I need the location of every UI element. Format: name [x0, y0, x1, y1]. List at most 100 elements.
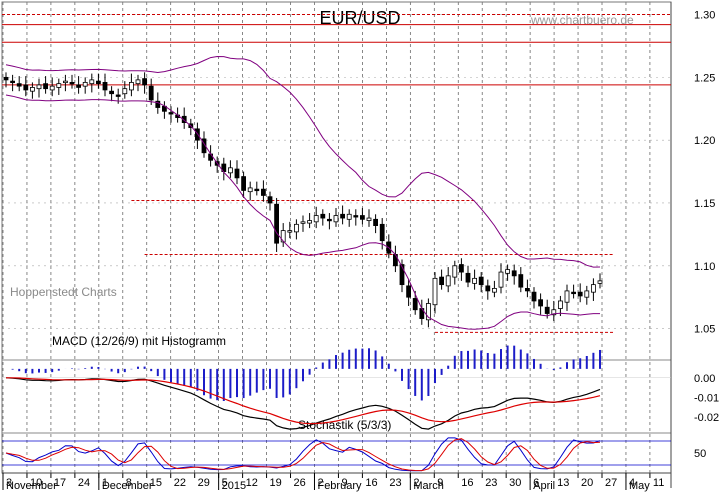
candle-body	[82, 81, 88, 87]
source-label: Hoppenstedt Charts	[10, 285, 117, 299]
price-tick-label: 1.10	[694, 261, 715, 273]
candle-body	[267, 196, 273, 204]
candle-body	[518, 274, 524, 288]
candle-body	[76, 84, 81, 88]
candle-body	[558, 300, 563, 309]
candle-body	[300, 221, 306, 224]
candle-body	[287, 230, 293, 233]
x-day-label: 11	[653, 477, 664, 489]
candle-body	[247, 187, 253, 193]
candle-body	[29, 87, 35, 92]
candle-body	[102, 81, 108, 91]
candle-body	[43, 83, 48, 90]
candle-body	[148, 85, 154, 101]
candle-body	[498, 271, 504, 288]
candle-body	[584, 290, 590, 298]
candle-body	[412, 298, 418, 311]
candle-body	[564, 290, 570, 303]
candle-body	[353, 215, 359, 218]
x-day-label: 23	[389, 477, 401, 489]
x-day-label: 22	[174, 477, 186, 489]
x-day-label: 12	[246, 477, 258, 489]
candle-body	[452, 265, 458, 278]
candle-body	[491, 287, 497, 293]
candle-body	[458, 264, 464, 273]
candle-body	[293, 223, 299, 233]
candle-body	[16, 83, 22, 87]
candle-body	[241, 176, 247, 191]
candle-body	[544, 306, 550, 314]
candle-body	[406, 285, 412, 298]
candle-body	[346, 213, 352, 220]
candle-body	[122, 88, 128, 95]
candle-body	[320, 213, 326, 219]
price-tick-label: 1.30	[694, 10, 715, 22]
x-month-label: May	[629, 480, 650, 492]
candle-body	[432, 277, 438, 306]
candle-body	[109, 90, 114, 95]
x-day-label: 16	[461, 477, 473, 489]
x-month-label: November	[6, 480, 57, 492]
candle-body	[571, 291, 576, 295]
candle-body	[478, 276, 484, 286]
x-day-label: 23	[485, 477, 497, 489]
candle-body	[333, 215, 339, 223]
price-tick-label: 1.15	[694, 198, 715, 210]
x-month-label: February	[317, 480, 362, 492]
eurusd-chart: EUR/USD www.chartbuero.de Hoppenstedt Ch…	[0, 0, 723, 492]
macd-label: MACD (12/26/9) mit Histogramm	[52, 334, 226, 348]
candle-body	[577, 291, 583, 297]
candle-body	[359, 215, 365, 220]
x-month-label: December	[102, 480, 153, 492]
chart-svg: EUR/USD www.chartbuero.de Hoppenstedt Ch…	[1, 1, 719, 492]
grid-layer	[2, 2, 671, 478]
candle-body	[313, 215, 319, 223]
plot-frame	[1, 1, 672, 474]
x-day-label: 26	[294, 477, 306, 489]
candle-body	[49, 85, 55, 91]
candle-body	[168, 112, 174, 115]
x-day-label: 19	[270, 477, 282, 489]
candle-body	[227, 167, 233, 174]
candle-body	[3, 76, 9, 81]
candle-body	[379, 223, 385, 242]
candle-body	[439, 276, 445, 286]
x-day-label: 29	[198, 477, 210, 489]
candle-body	[505, 269, 511, 274]
x-day-label: 16	[365, 477, 377, 489]
candle-body	[128, 81, 134, 91]
candle-body	[485, 285, 491, 292]
x-day-label: 13	[557, 477, 569, 489]
candle-body	[254, 188, 260, 192]
candle-body	[340, 213, 346, 219]
candle-body	[531, 291, 537, 302]
x-month-label: March	[413, 480, 444, 492]
candle-body	[597, 280, 603, 284]
candle-body	[89, 79, 95, 85]
price-tick-label: 1.20	[694, 135, 715, 147]
x-day-label: 30	[509, 477, 521, 489]
price-tick-label: 1.05	[694, 324, 715, 336]
candle-body	[511, 270, 517, 277]
price-tick-label: 1.25	[694, 72, 715, 84]
candle-body	[525, 287, 530, 292]
candle-body	[56, 83, 62, 88]
x-day-label: 20	[581, 477, 593, 489]
stoch-k-line	[5, 437, 601, 472]
candle-body	[472, 277, 478, 284]
x-month-label: April	[533, 480, 555, 492]
candle-body	[96, 80, 101, 85]
x-day-label: 24	[78, 477, 90, 489]
candle-body	[234, 168, 240, 179]
candle-body	[274, 203, 280, 244]
candle-body	[445, 275, 451, 287]
candle-body	[591, 284, 596, 293]
candle-body	[10, 80, 16, 84]
candle-body	[135, 79, 141, 85]
candle-body	[538, 299, 543, 307]
x-day-label: 27	[605, 477, 617, 489]
x-month-label: 2015	[222, 480, 246, 492]
candle-body	[260, 188, 266, 196]
candle-body	[69, 81, 75, 85]
candle-body	[465, 272, 471, 283]
